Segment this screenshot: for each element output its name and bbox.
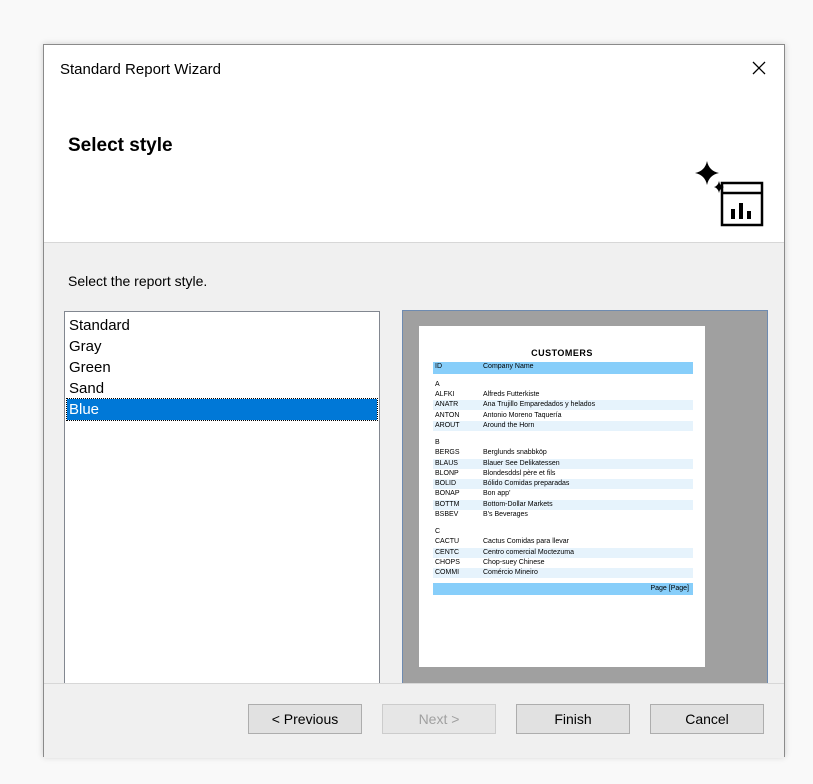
preview-row: BLONP Blondesddsl père et fils xyxy=(433,469,693,479)
preview-row: BLAUS Blauer See Delikatessen xyxy=(433,458,693,469)
preview-row-company: Antonio Moreno Taquería xyxy=(483,411,562,419)
preview-row: BONAP Bon app' xyxy=(433,489,693,499)
preview-row-company: Alfreds Futterkiste xyxy=(483,391,540,398)
page-title: Select style xyxy=(68,135,173,156)
preview-row: CACTU Cactus Comidas para llevar xyxy=(433,537,693,547)
report-wizard-dialog: Standard Report Wizard Select style Sele… xyxy=(43,44,785,758)
button-bar: < Previous Next > Finish Cancel xyxy=(44,683,784,758)
preview-row: CENTC Centro comercial Moctezuma xyxy=(433,547,693,558)
preview-row: COMMI Comércio Mineiro xyxy=(433,568,693,579)
cancel-button[interactable]: Cancel xyxy=(650,704,764,734)
preview-row-id: CACTU xyxy=(435,538,460,546)
window-title: Standard Report Wizard xyxy=(60,61,221,78)
wizard-header: Select style xyxy=(44,97,784,243)
preview-col-id: ID xyxy=(435,363,442,370)
style-item-standard[interactable]: Standard xyxy=(67,315,377,336)
preview-row-id: BOLID xyxy=(435,480,457,488)
preview-row-id: ALFKI xyxy=(435,391,455,398)
instruction-text: Select the report style. xyxy=(68,273,208,289)
preview-row-id: BSBEV xyxy=(435,511,459,518)
finish-button[interactable]: Finish xyxy=(516,704,630,734)
preview-row-id: BOTTM xyxy=(435,500,460,508)
preview-group-letter: A xyxy=(435,381,440,388)
preview-row: BERGS Berglunds snabbköp xyxy=(433,448,693,458)
preview-row-id: CENTC xyxy=(435,548,460,556)
preview-row-id: COMMI xyxy=(435,569,460,577)
preview-row-company: Blauer See Delikatessen xyxy=(483,459,560,467)
preview-row: ANATR Ana Trujillo Emparedados y helados xyxy=(433,400,693,411)
preview-header-band: ID Company Name xyxy=(433,362,693,374)
preview-row: ALFKI Alfreds Futterkiste xyxy=(433,390,693,400)
preview-row-id: AROUT xyxy=(435,421,460,429)
preview-row-company: Around the Horn xyxy=(483,421,535,429)
preview-row-company: Cactus Comidas para llevar xyxy=(483,538,569,546)
preview-row-company: Ana Trujillo Emparedados y helados xyxy=(483,401,596,409)
close-button[interactable] xyxy=(746,55,772,81)
preview-footer-band: Page [Page] xyxy=(433,582,693,595)
preview-row-company: Bon app' xyxy=(483,490,511,498)
preview-row-id: BERGS xyxy=(435,449,460,457)
preview-row-company: Chop-suey Chinese xyxy=(483,558,545,566)
close-icon xyxy=(752,61,766,75)
preview-row: AROUT Around the Horn xyxy=(433,420,693,431)
style-listbox[interactable]: Standard Gray Green Sand Blue xyxy=(64,311,380,689)
preview-row-id: BLONP xyxy=(435,469,459,477)
preview-row-id: CHOPS xyxy=(435,558,460,566)
preview-row: BOTTM Bottom-Dollar Markets xyxy=(433,499,693,510)
report-wizard-icon xyxy=(695,161,764,227)
preview-row: BOLID Bólido Comidas preparadas xyxy=(433,479,693,490)
preview-row-id: BONAP xyxy=(435,490,460,498)
wizard-body: Select the report style. Standard Gray G… xyxy=(44,243,784,689)
preview-group-letter: C xyxy=(435,528,441,536)
preview-row-company: Blondesddsl père et fils xyxy=(483,469,556,477)
preview-row-id: ANTON xyxy=(435,411,460,419)
preview-row-company: B's Beverages xyxy=(483,511,528,518)
preview-row-company: Bólido Comidas preparadas xyxy=(483,480,570,488)
previous-button[interactable]: < Previous xyxy=(248,704,362,734)
preview-row-id: ANATR xyxy=(435,401,459,409)
style-item-blue[interactable]: Blue xyxy=(66,398,378,421)
preview-row-id: BLAUS xyxy=(435,459,458,467)
style-preview: CUSTOMERS ID Company Name A ALFKI Alfreds … xyxy=(402,310,768,686)
style-item-green[interactable]: Green xyxy=(67,357,377,378)
next-button[interactable]: Next > xyxy=(382,704,496,734)
preview-row-company: Centro comercial Moctezuma xyxy=(483,548,575,556)
title-bar: Standard Report Wizard xyxy=(44,45,784,97)
preview-row: ANTON Antonio Moreno Taquería xyxy=(433,411,693,421)
preview-col-company: Company Name xyxy=(483,363,534,370)
preview-row: BSBEV B's Beverages xyxy=(433,510,693,520)
preview-row-company: Comércio Mineiro xyxy=(483,569,538,577)
style-item-sand[interactable]: Sand xyxy=(67,378,377,399)
preview-page: CUSTOMERS ID Company Name A ALFKI Alfreds … xyxy=(419,326,705,667)
preview-row-company: Berglunds snabbköp xyxy=(483,449,547,457)
preview-group-letter: B xyxy=(435,439,440,447)
preview-report-title: CUSTOMERS xyxy=(531,348,593,358)
preview-row-company: Bottom-Dollar Markets xyxy=(483,500,553,508)
preview-row: CHOPS Chop-suey Chinese xyxy=(433,558,693,568)
preview-footer-text: Page [Page] xyxy=(650,584,689,592)
style-item-gray[interactable]: Gray xyxy=(67,336,377,357)
